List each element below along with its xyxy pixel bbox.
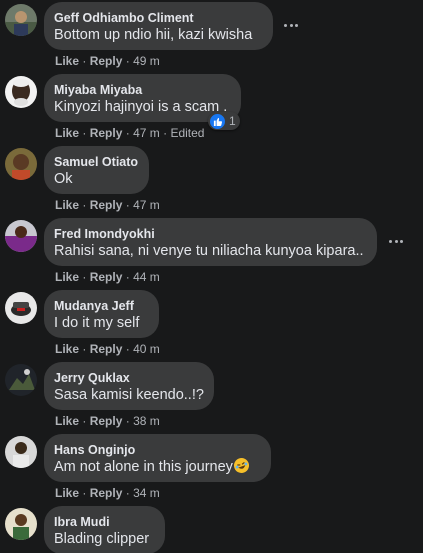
comment-item: Geff Odhiambo Climent Bottom up ndio hii… [0,0,423,72]
separator: · [125,198,130,212]
reply-button[interactable]: Reply [90,54,123,68]
reaction-count: 1 [229,114,236,128]
avatar[interactable] [5,436,37,468]
comment-author[interactable]: Geff Odhiambo Climent [54,10,261,26]
comment-actions: Like · Reply · 47 m · Edited [55,126,204,140]
reply-button[interactable]: Reply [90,198,123,212]
comment-thread: Geff Odhiambo Climent Bottom up ndio hii… [0,0,423,553]
comment-item: Jerry Quklax Sasa kamisi keendo..!? Like… [0,360,423,432]
avatar-image [5,364,37,396]
avatar[interactable] [5,292,37,324]
reply-button[interactable]: Reply [90,126,123,140]
avatar-image [5,508,37,540]
comment-author[interactable]: Hans Onginjo [54,442,259,458]
separator: · [82,414,87,428]
comment-bubble: Samuel Otiato Ok [44,146,149,194]
comment-text: Rahisi sana, ni venye tu niliacha kunyoa… [54,243,364,259]
comment-author[interactable]: Fred Imondyokhi [54,226,365,242]
separator: · [82,54,87,68]
like-button[interactable]: Like [55,54,79,68]
comment-actions: Like · Reply · 34 m [55,486,160,500]
comment-item: Fred Imondyokhi Rahisi sana, ni venye tu… [0,216,423,288]
comment-bubble: Fred Imondyokhi Rahisi sana, ni venye tu… [44,218,377,266]
like-reaction-icon [210,113,225,129]
reply-button[interactable]: Reply [90,270,123,284]
comment-item: Hans Onginjo Am not alone in this journe… [0,432,423,504]
separator: · [125,414,130,428]
comment-bubble: Ibra Mudi Blading clipper [44,506,165,553]
separator: · [163,126,168,140]
separator: · [125,270,130,284]
reaction-summary[interactable]: 1 [208,112,240,130]
comment-timestamp[interactable]: 47 m [133,126,160,140]
separator: · [125,126,130,140]
avatar[interactable] [5,508,37,540]
comment-bubble: Geff Odhiambo Climent Bottom up ndio hii… [44,2,273,50]
comment-text: Sasa kamisi keendo..!? [54,387,204,403]
comment-timestamp[interactable]: 49 m [133,54,160,68]
avatar-image [5,4,37,36]
separator: · [125,54,130,68]
avatar[interactable] [5,364,37,396]
separator: · [82,486,87,500]
comment-text: Kinyozi hajinyoi is a scam . [54,99,228,115]
comment-actions: Like · Reply · 38 m [55,414,160,428]
comment-actions: Like · Reply · 40 m [55,342,160,356]
separator: · [82,270,87,284]
comment-timestamp[interactable]: 44 m [133,270,160,284]
comment-actions: Like · Reply · 49 m [55,54,160,68]
more-options-button[interactable] [279,14,303,38]
comment-text: Ok [54,171,73,187]
comment-author[interactable]: Jerry Quklax [54,370,202,386]
avatar-image [5,76,37,108]
comment-text: Blading clipper [54,531,150,547]
comment-item: Mudanya Jeff I do it my self Like · Repl… [0,288,423,360]
comment-bubble: Hans Onginjo Am not alone in this journe… [44,434,271,482]
comment-author[interactable]: Ibra Mudi [54,514,153,530]
comment-actions: Like · Reply · 47 m [55,198,160,212]
reply-button[interactable]: Reply [90,342,123,356]
like-button[interactable]: Like [55,414,79,428]
comment-bubble: Jerry Quklax Sasa kamisi keendo..!? [44,362,214,410]
comment-timestamp[interactable]: 38 m [133,414,160,428]
comment-item: Ibra Mudi Blading clipper [0,504,423,553]
comment-actions: Like · Reply · 44 m [55,270,160,284]
avatar-image [5,292,37,324]
avatar[interactable] [5,4,37,36]
like-button[interactable]: Like [55,270,79,284]
avatar[interactable] [5,76,37,108]
separator: · [82,126,87,140]
separator: · [125,486,130,500]
avatar-image [5,436,37,468]
comment-text: Bottom up ndio hii, kazi kwisha [54,27,253,43]
like-button[interactable]: Like [55,342,79,356]
comment-timestamp[interactable]: 47 m [133,198,160,212]
separator: · [125,342,130,356]
comment-timestamp[interactable]: 40 m [133,342,160,356]
more-options-button[interactable] [384,230,408,254]
like-button[interactable]: Like [55,486,79,500]
avatar-image [5,148,37,180]
avatar[interactable] [5,148,37,180]
comment-item: Miyaba Miyaba Kinyozi hajinyoi is a scam… [0,72,423,144]
like-button[interactable]: Like [55,126,79,140]
comment-author[interactable]: Mudanya Jeff [54,298,147,314]
comment-text: Am not alone in this journey [54,455,259,477]
comment-author[interactable]: Miyaba Miyaba [54,82,229,98]
edited-label[interactable]: Edited [170,126,204,140]
comment-bubble: Mudanya Jeff I do it my self [44,290,159,338]
comment-author[interactable]: Samuel Otiato [54,154,138,170]
like-button[interactable]: Like [55,198,79,212]
reply-button[interactable]: Reply [90,414,123,428]
avatar-image [5,220,37,252]
separator: · [82,198,87,212]
comment-text-content: Am not alone in this journey [54,459,233,475]
separator: · [82,342,87,356]
comment-text: I do it my self [54,315,140,331]
rofl-emoji-icon [231,455,252,476]
reply-button[interactable]: Reply [90,486,123,500]
comment-item: Samuel Otiato Ok Like · Reply · 47 m [0,144,423,216]
comment-timestamp[interactable]: 34 m [133,486,160,500]
avatar[interactable] [5,220,37,252]
